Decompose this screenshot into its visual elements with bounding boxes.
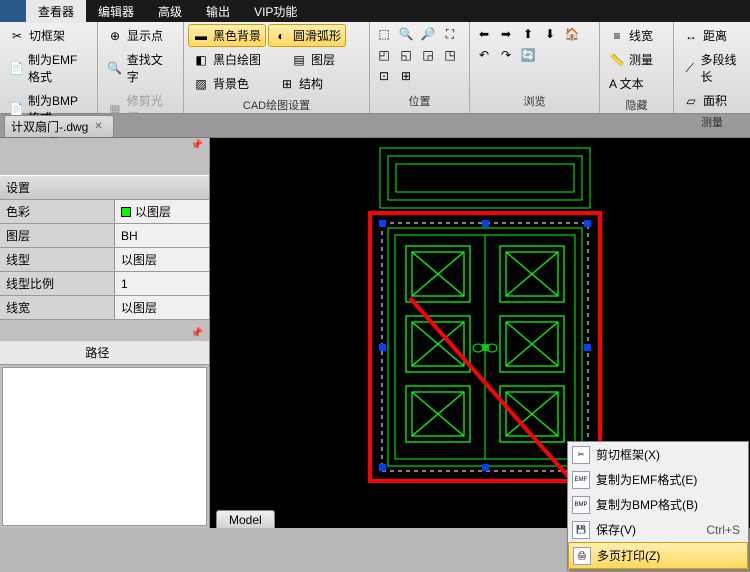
ctx-save[interactable]: 💾保存(V)Ctrl+S bbox=[568, 517, 748, 542]
fit-icon[interactable]: ⛶ bbox=[440, 24, 460, 44]
menu-tab-output[interactable]: 输出 bbox=[194, 0, 242, 23]
polyline-button[interactable]: ⟋多段线长 bbox=[678, 48, 746, 88]
line-icon: ≡ bbox=[609, 28, 625, 44]
prop-row-color[interactable]: 色彩以图层 bbox=[0, 200, 209, 224]
show-points-button[interactable]: ⊕显示点 bbox=[102, 24, 179, 47]
linewidth-button[interactable]: ≡线宽 bbox=[604, 24, 669, 47]
fill-icon: ▨ bbox=[193, 76, 209, 92]
back-icon[interactable]: ⬅ bbox=[474, 24, 494, 44]
menu-tab-viewer[interactable]: 查看器 bbox=[26, 0, 86, 23]
prop-row-lineweight[interactable]: 线宽以图层 bbox=[0, 296, 209, 320]
shortcut-text: Ctrl+S bbox=[706, 523, 740, 537]
smooth-arc-button[interactable]: ◐圆滑弧形 bbox=[268, 24, 346, 47]
down-icon[interactable]: ⬇ bbox=[540, 24, 560, 44]
nav-icon5[interactable]: ◳ bbox=[440, 45, 460, 65]
pin-icon-2[interactable]: 📌 bbox=[0, 326, 209, 341]
layers-icon: ▤ bbox=[291, 52, 307, 68]
prop-row-layer[interactable]: 图层BH bbox=[0, 224, 209, 248]
file-tabbar: 计双扇门-.dwg ✕ bbox=[0, 114, 750, 138]
emf-icon: EMF bbox=[572, 471, 590, 489]
point-icon: ⊕ bbox=[107, 28, 123, 44]
area-button[interactable]: ▱面积 bbox=[678, 89, 746, 112]
model-tab[interactable]: Model bbox=[216, 510, 275, 528]
printer-icon: 🖨 bbox=[573, 547, 591, 565]
arc-icon: ◐ bbox=[273, 28, 289, 44]
up-icon[interactable]: ⬆ bbox=[518, 24, 538, 44]
tree-icon: ⊞ bbox=[279, 76, 295, 92]
scissors-icon: ✂ bbox=[572, 446, 590, 464]
emf-icon: 📄 bbox=[9, 60, 24, 76]
nav-icon7[interactable]: ⊞ bbox=[396, 66, 416, 86]
close-icon[interactable]: ✕ bbox=[94, 121, 102, 132]
menu-tab-vip[interactable]: VIP功能 bbox=[242, 0, 309, 23]
prop-row-linetype[interactable]: 线型以图层 bbox=[0, 248, 209, 272]
bg-color-button[interactable]: ▨背景色 bbox=[188, 72, 254, 95]
zoom-in-icon[interactable]: 🔍 bbox=[396, 24, 416, 44]
rect-icon: ▬ bbox=[193, 28, 209, 44]
structure-button[interactable]: ⊞结构 bbox=[274, 72, 328, 95]
nav-icon6[interactable]: ⊡ bbox=[374, 66, 394, 86]
find-text-button[interactable]: 🔍查找文字 bbox=[102, 48, 179, 88]
text-button[interactable]: A 文本 bbox=[604, 72, 669, 95]
properties-header: 设置 bbox=[0, 175, 209, 200]
properties-panel: 📌 设置 色彩以图层 图层BH 线型以图层 线型比例1 线宽以图层 📌 路径 bbox=[0, 138, 210, 528]
refresh-icon[interactable]: 🔄 bbox=[518, 45, 538, 65]
measure-button[interactable]: 📏测量 bbox=[604, 48, 669, 71]
redo-icon[interactable]: ↷ bbox=[496, 45, 516, 65]
ruler-icon: 📏 bbox=[609, 52, 625, 68]
file-tab[interactable]: 计双扇门-.dwg ✕ bbox=[4, 115, 114, 137]
clip-frame-button[interactable]: ✂切框架 bbox=[4, 24, 93, 47]
nav-icon3[interactable]: ◱ bbox=[396, 45, 416, 65]
menu-tab-advanced[interactable]: 高级 bbox=[146, 0, 194, 23]
area-icon: ▱ bbox=[683, 93, 699, 109]
ctx-copy-emf[interactable]: EMF复制为EMF格式(E) bbox=[568, 467, 748, 492]
scissors-icon: ✂ bbox=[9, 28, 25, 44]
group-label-position: 位置 bbox=[374, 91, 465, 111]
home-icon[interactable]: 🏠 bbox=[562, 24, 582, 44]
menu-bar: 查看器 编辑器 高级 输出 VIP功能 bbox=[0, 0, 750, 22]
bw-icon: ◧ bbox=[193, 52, 209, 68]
black-bg-button[interactable]: ▬黑色背景 bbox=[188, 24, 266, 47]
zoom-out-icon[interactable]: 🔎 bbox=[418, 24, 438, 44]
copy-emf-button[interactable]: 📄制为EMF格式 bbox=[4, 48, 93, 88]
layer-button[interactable]: ▤图层 bbox=[286, 48, 340, 71]
ctx-multi-print[interactable]: 🖨多页打印(Z) bbox=[568, 542, 748, 569]
bw-draw-button[interactable]: ◧黑白绘图 bbox=[188, 48, 266, 71]
save-icon: 💾 bbox=[572, 521, 590, 539]
menu-tab-editor[interactable]: 编辑器 bbox=[86, 0, 146, 23]
group-label-hide: 隐藏 bbox=[604, 95, 669, 115]
path-header: 路径 bbox=[0, 341, 209, 365]
app-logo bbox=[0, 0, 26, 22]
poly-icon: ⟋ bbox=[683, 60, 697, 76]
color-swatch bbox=[121, 207, 131, 217]
dist-icon: ↔ bbox=[683, 28, 699, 44]
undo-icon[interactable]: ↶ bbox=[474, 45, 494, 65]
bmp-icon: BMP bbox=[572, 496, 590, 514]
nav-icon4[interactable]: ◲ bbox=[418, 45, 438, 65]
file-tab-label: 计双扇门-.dwg bbox=[11, 118, 88, 135]
group-label-cad: CAD绘图设置 bbox=[188, 95, 365, 115]
ribbon: ✂切框架 📄制为EMF格式 📄制为BMP格式 工具 ⊕显示点 🔍查找文字 ▦修剪… bbox=[0, 22, 750, 114]
nav-icon2[interactable]: ◰ bbox=[374, 45, 394, 65]
group-label-browse: 浏览 bbox=[474, 91, 595, 111]
distance-button[interactable]: ↔距离 bbox=[678, 24, 746, 47]
ctx-clip-frame[interactable]: ✂剪切框架(X) bbox=[568, 442, 748, 467]
ctx-copy-bmp[interactable]: BMP复制为BMP格式(B) bbox=[568, 492, 748, 517]
search-icon: 🔍 bbox=[107, 60, 123, 76]
pin-icon[interactable]: 📌 bbox=[0, 138, 209, 153]
prop-row-ltscale[interactable]: 线型比例1 bbox=[0, 272, 209, 296]
context-menu: ✂剪切框架(X) EMF复制为EMF格式(E) BMP复制为BMP格式(B) 💾… bbox=[567, 441, 749, 570]
group-label-measure: 测量 bbox=[678, 112, 746, 132]
fwd-icon[interactable]: ➡ bbox=[496, 24, 516, 44]
nav-icon[interactable]: ⬚ bbox=[374, 24, 394, 44]
